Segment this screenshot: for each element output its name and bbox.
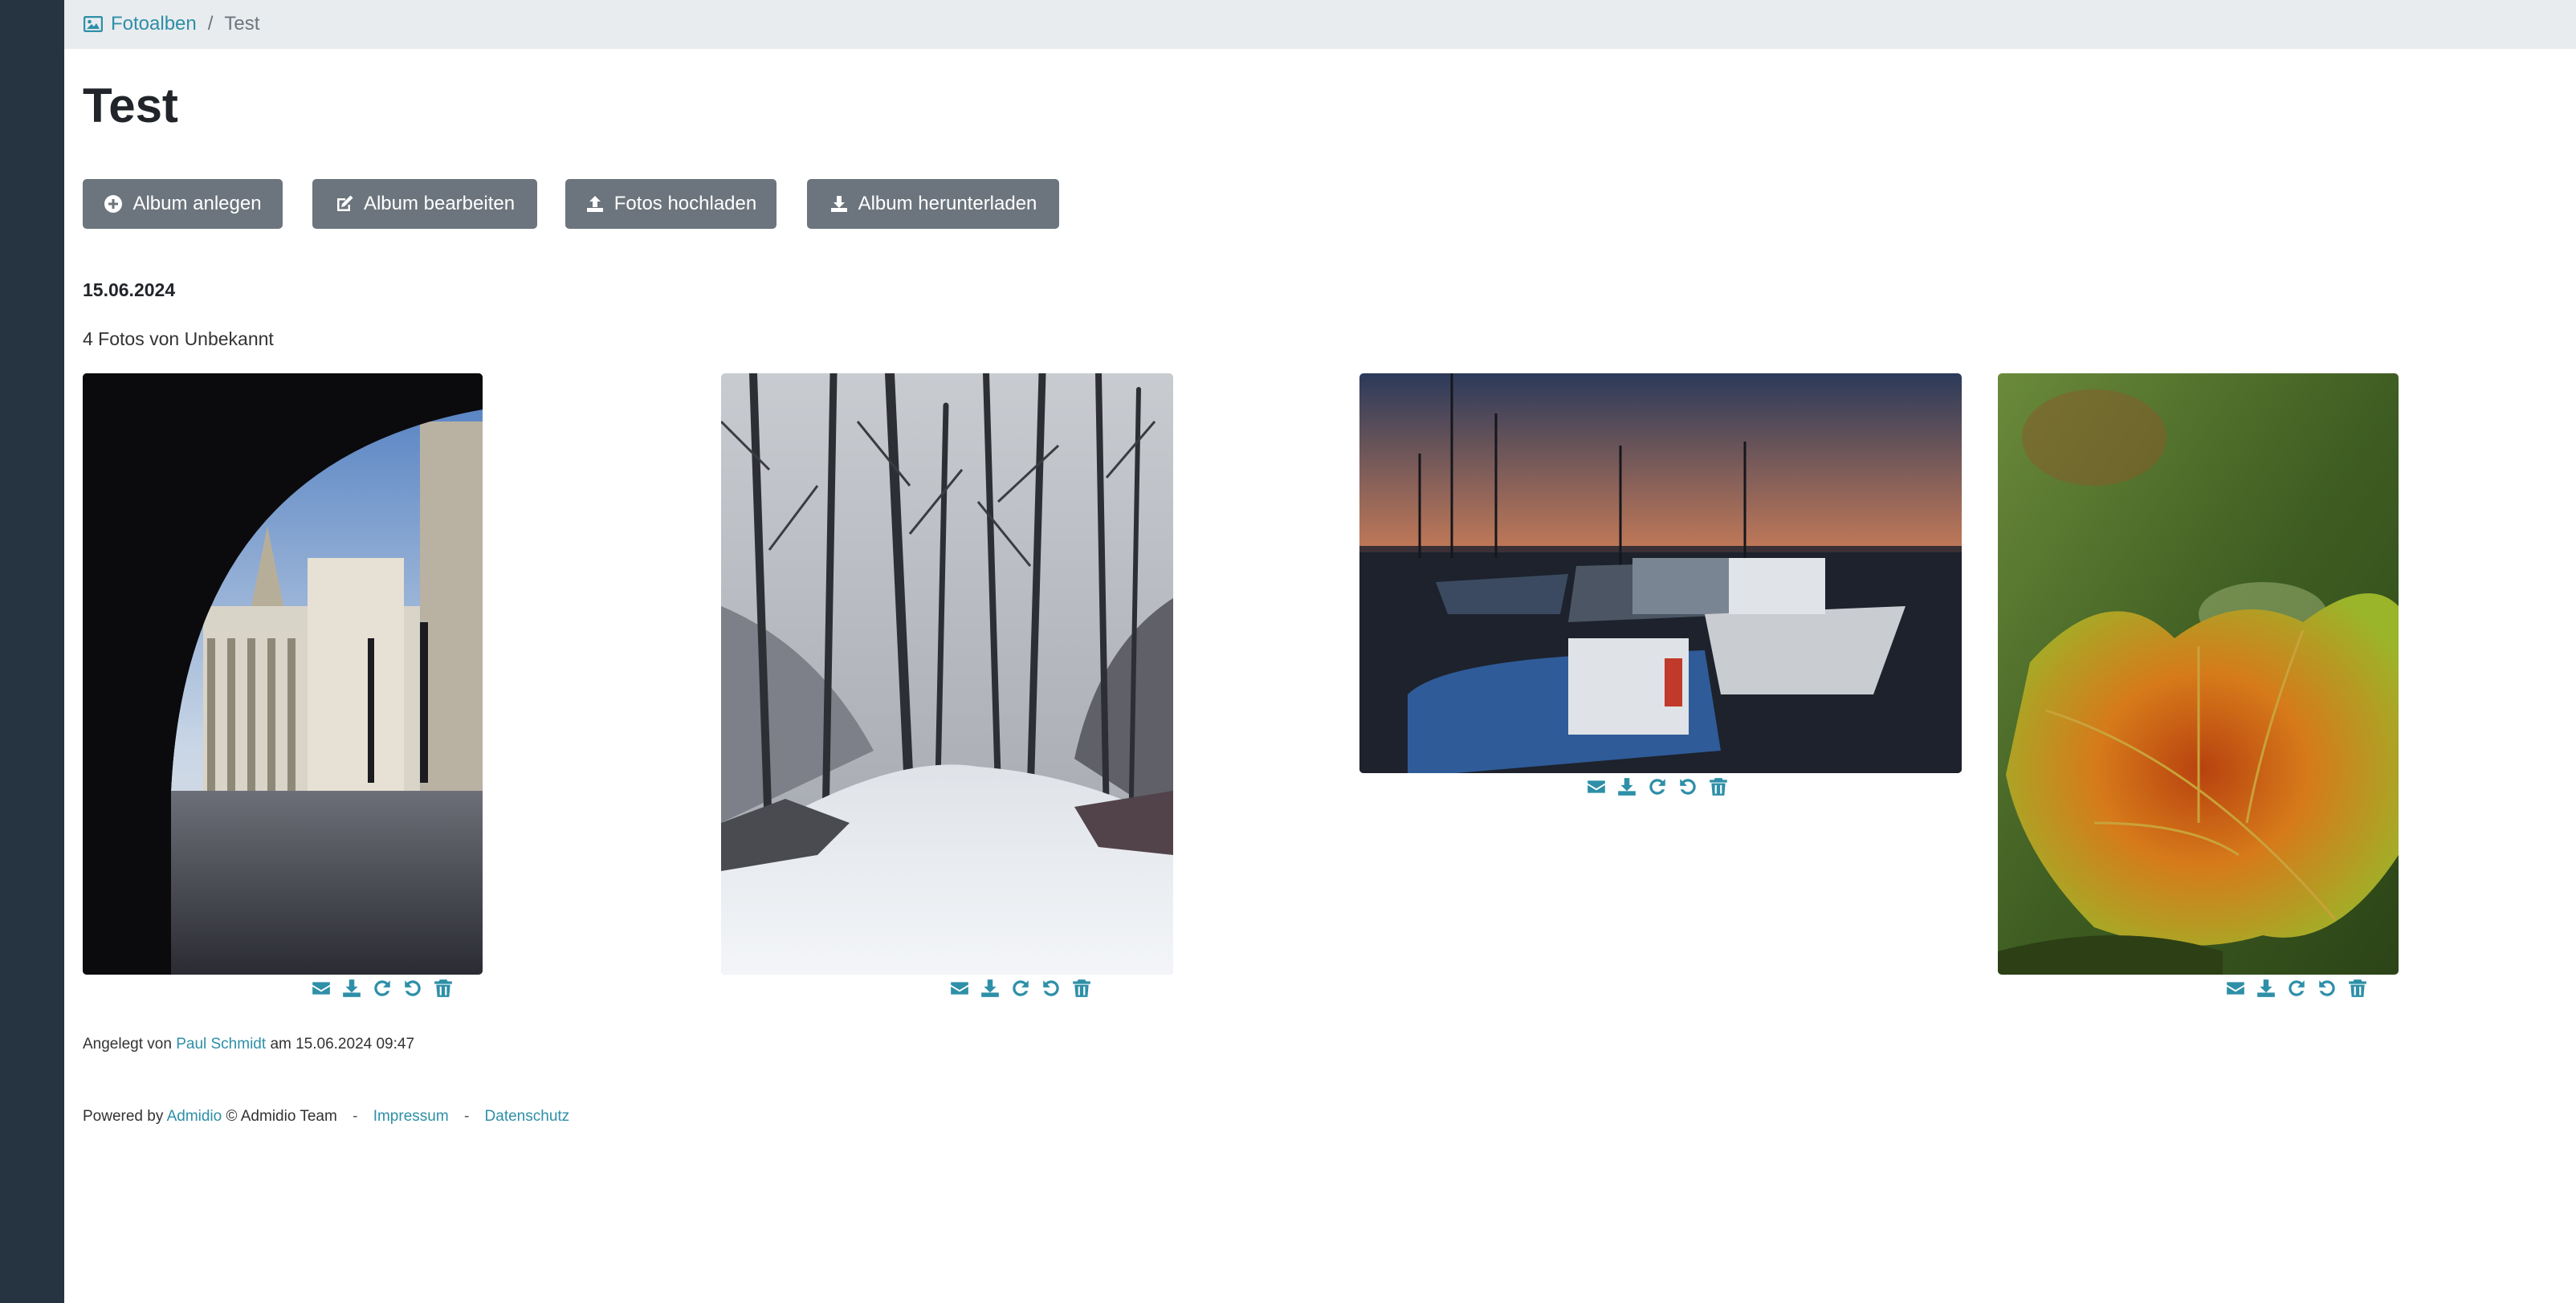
album-anlegen-label: Album anlegen xyxy=(132,193,262,214)
datenschutz-link[interactable]: Datenschutz xyxy=(485,1108,570,1125)
breadcrumb-separator: / xyxy=(207,13,214,35)
created-prefix: Angelegt von xyxy=(83,1036,172,1053)
footer: Powered by Admidio © Admidio Team - Impr… xyxy=(83,1108,569,1126)
footer-separator: - xyxy=(463,1108,470,1125)
album-herunterladen-label: Album herunterladen xyxy=(858,193,1037,214)
photo-thumbnail-leaf[interactable] xyxy=(1998,373,2399,975)
created-suffix: am 15.06.2024 09:47 xyxy=(270,1036,415,1053)
edit-icon xyxy=(336,195,353,211)
trash-icon[interactable] xyxy=(1708,776,1729,797)
fotos-hochladen-label: Fotos hochladen xyxy=(613,193,757,214)
download-icon[interactable] xyxy=(1616,776,1637,797)
footer-powered-by: Powered by xyxy=(83,1108,164,1125)
rotate-left-icon[interactable] xyxy=(402,978,423,999)
author-link[interactable]: Paul Schmidt xyxy=(176,1036,266,1053)
rotate-right-icon[interactable] xyxy=(1010,978,1031,999)
sidebar xyxy=(0,0,64,1303)
rotate-left-icon[interactable] xyxy=(1041,978,1062,999)
plus-circle-icon xyxy=(104,195,123,213)
photo-actions-4 xyxy=(2225,978,2368,1000)
breadcrumb-fotoalben[interactable]: Fotoalben xyxy=(84,13,197,35)
fotos-hochladen-button[interactable]: Fotos hochladen xyxy=(565,179,776,229)
album-date: 15.06.2024 xyxy=(83,279,176,300)
breadcrumb: Fotoalben / Test xyxy=(84,10,259,39)
download-icon[interactable] xyxy=(341,978,362,999)
envelope-icon[interactable] xyxy=(2225,978,2246,999)
page-title: Test xyxy=(83,79,178,132)
album-bearbeiten-button[interactable]: Album bearbeiten xyxy=(312,179,537,229)
admidio-link[interactable]: Admidio xyxy=(167,1108,222,1125)
envelope-icon[interactable] xyxy=(949,978,970,999)
trash-icon[interactable] xyxy=(1071,978,1092,999)
rotate-right-icon[interactable] xyxy=(372,978,393,999)
breadcrumb-bar xyxy=(64,0,2576,49)
envelope-icon[interactable] xyxy=(311,978,332,999)
album-anlegen-button[interactable]: Album anlegen xyxy=(83,179,283,229)
rotate-left-icon[interactable] xyxy=(1677,776,1698,797)
rotate-right-icon[interactable] xyxy=(2286,978,2307,999)
download-icon[interactable] xyxy=(2256,978,2276,999)
photo-forest-image xyxy=(721,373,1173,975)
album-bearbeiten-label: Album bearbeiten xyxy=(363,193,516,214)
photo-archway-image xyxy=(83,373,483,975)
footer-team: © Admidio Team xyxy=(226,1108,337,1125)
download-icon[interactable] xyxy=(980,978,1001,999)
impressum-link[interactable]: Impressum xyxy=(373,1108,449,1125)
envelope-icon[interactable] xyxy=(1586,776,1607,797)
breadcrumb-current: Test xyxy=(224,13,260,35)
footer-separator: - xyxy=(353,1108,358,1125)
photo-harbor-image xyxy=(1359,373,1962,773)
breadcrumb-parent-label: Fotoalben xyxy=(111,13,197,35)
photo-thumbnail-archway[interactable] xyxy=(83,373,483,975)
photo-actions-3 xyxy=(1586,776,1729,799)
download-icon xyxy=(830,196,847,212)
created-info: Angelegt von Paul Schmidt am 15.06.2024 … xyxy=(83,1036,414,1053)
trash-icon[interactable] xyxy=(433,978,454,999)
album-herunterladen-button[interactable]: Album herunterladen xyxy=(807,179,1059,229)
upload-icon xyxy=(586,196,603,212)
photo-leaf-image xyxy=(1998,373,2399,975)
trash-icon[interactable] xyxy=(2347,978,2368,999)
photo-thumbnail-forest[interactable] xyxy=(721,373,1173,975)
rotate-left-icon[interactable] xyxy=(2317,978,2338,999)
photo-actions-2 xyxy=(949,978,1092,1000)
photo-actions-1 xyxy=(311,978,454,1000)
photo-thumbnail-harbor[interactable] xyxy=(1359,373,1962,773)
image-icon xyxy=(84,16,103,32)
rotate-right-icon[interactable] xyxy=(1647,776,1668,797)
photo-count: 4 Fotos von Unbekannt xyxy=(83,328,274,349)
